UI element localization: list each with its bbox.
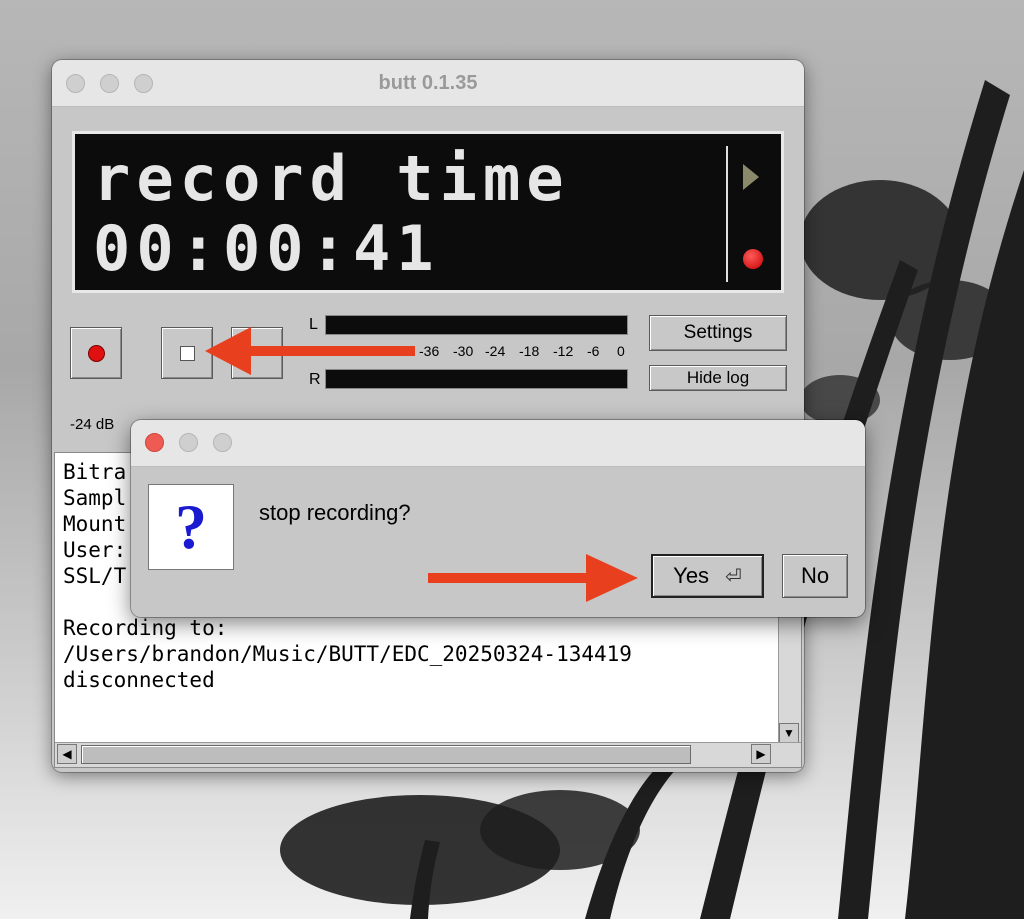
lcd-time-text: 00:00:41 <box>93 212 440 285</box>
scale-tick: -12 <box>553 343 574 359</box>
lcd-divider <box>726 146 728 282</box>
log-line: Recording to: <box>63 616 228 640</box>
annotation-arrow-yes <box>428 554 638 602</box>
hide-log-button[interactable]: Hide log <box>649 365 787 391</box>
scale-tick: -6 <box>587 343 600 359</box>
return-key-icon: ⏎ <box>725 564 742 588</box>
annotation-arrow-stop <box>205 327 415 375</box>
record-icon <box>87 344 105 362</box>
volume-label: -24 dB <box>70 416 115 433</box>
scale-tick: -36 <box>419 343 440 359</box>
dialog-zoom-button[interactable] <box>213 433 232 452</box>
window-title: butt 0.1.35 <box>378 72 478 94</box>
butt-main-window: butt 0.1.35 record time 00:00:41 L -36 -… <box>52 60 804 772</box>
record-indicator-icon <box>743 249 763 269</box>
scroll-right-icon[interactable]: ▶ <box>751 744 771 764</box>
record-button[interactable] <box>70 327 122 379</box>
scroll-down-icon[interactable]: ▼ <box>779 723 799 743</box>
yes-button[interactable]: Yes ⏎ <box>651 554 764 598</box>
scroll-left-icon[interactable]: ◀ <box>57 744 77 764</box>
scale-tick: 0 <box>617 343 625 359</box>
scale-tick: -30 <box>453 343 474 359</box>
play-indicator-icon <box>743 164 759 190</box>
log-line: disconnected <box>63 668 215 692</box>
dialog-message: stop recording? <box>259 500 411 525</box>
lcd-display[interactable]: record time 00:00:41 <box>72 131 784 293</box>
scale-tick: -18 <box>519 343 540 359</box>
main-title-bar: butt 0.1.35 <box>52 60 804 107</box>
question-icon: ? <box>148 484 234 570</box>
stop-icon <box>179 345 195 361</box>
yes-button-label: Yes <box>673 563 710 588</box>
lcd-mode-text: record time <box>93 142 570 215</box>
dialog-title-bar <box>131 420 865 467</box>
settings-button[interactable]: Settings <box>649 315 787 351</box>
log-horizontal-scrollbar[interactable]: ◀ ▶ <box>55 742 801 767</box>
log-line: /Users/brandon/Music/BUTT/EDC_20250324-1… <box>63 642 632 666</box>
dialog-minimize-button[interactable] <box>179 433 198 452</box>
horizontal-scroll-thumb[interactable] <box>81 745 691 764</box>
scale-tick: -24 <box>485 343 506 359</box>
no-button[interactable]: No <box>782 554 848 598</box>
dialog-close-button[interactable] <box>145 433 164 452</box>
